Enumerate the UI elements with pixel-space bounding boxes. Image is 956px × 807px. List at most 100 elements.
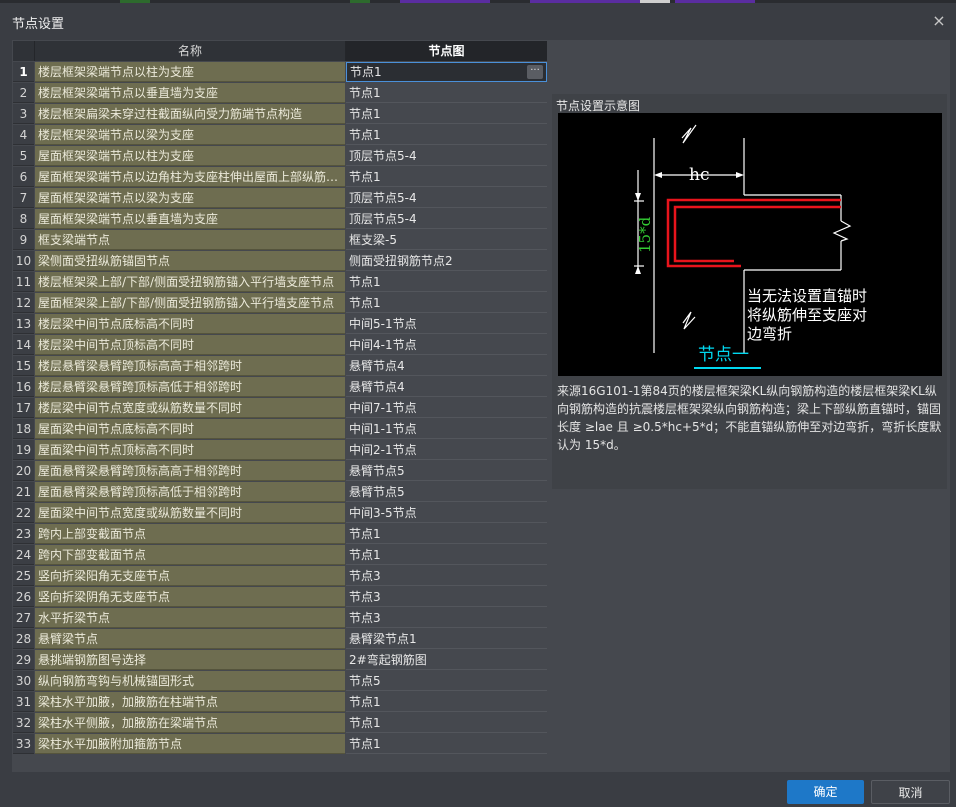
- row-number: 22: [13, 503, 34, 523]
- row-node-cell[interactable]: 节点1: [346, 692, 547, 712]
- row-number: 4: [13, 125, 34, 145]
- row-node-cell[interactable]: 中间5-1节点: [346, 314, 547, 334]
- row-node-value: 节点3: [349, 611, 381, 625]
- row-name-cell: 梁柱水平加腋附加箍筋节点: [35, 734, 345, 754]
- row-name-cell: 竖向折梁阴角无支座节点: [35, 587, 345, 607]
- table-row[interactable]: 23 跨内上部变截面节点 节点1: [13, 524, 547, 544]
- row-node-cell[interactable]: 中间3-5节点: [346, 503, 547, 523]
- row-node-cell[interactable]: 顶层节点5-4: [346, 188, 547, 208]
- close-icon[interactable]: ×: [928, 10, 950, 32]
- row-node-cell[interactable]: 节点1 ···: [346, 62, 547, 82]
- row-name-cell: 梁柱水平加腋，加腋筋在柱端节点: [35, 692, 345, 712]
- table-row[interactable]: 1 楼层框架梁端节点以柱为支座 节点1 ···: [13, 62, 547, 82]
- row-node-cell[interactable]: 顶层节点5-4: [346, 209, 547, 229]
- row-node-cell[interactable]: 节点5: [346, 671, 547, 691]
- table-row[interactable]: 16 楼层悬臂梁悬臂跨顶标高低于相邻跨时 悬臂节点4: [13, 377, 547, 397]
- row-node-cell[interactable]: 节点3: [346, 608, 547, 628]
- table-row[interactable]: 32 梁柱水平侧腋，加腋筋在梁端节点 节点1: [13, 713, 547, 733]
- row-name-cell: 屋面框架梁端节点以边角柱为支座柱伸出屋面上部纵筋…: [35, 167, 345, 187]
- row-node-cell[interactable]: 节点1: [346, 125, 547, 145]
- row-node-cell[interactable]: 悬臂节点4: [346, 356, 547, 376]
- row-name-cell: 屋面框架梁端节点以垂直墙为支座: [35, 209, 345, 229]
- row-number: 6: [13, 167, 34, 187]
- row-node-cell[interactable]: 节点1: [346, 293, 547, 313]
- more-options-icon[interactable]: ···: [527, 65, 543, 79]
- row-node-cell[interactable]: 侧面受扭钢筋节点2: [346, 251, 547, 271]
- table-row[interactable]: 30 纵向钢筋弯钩与机械锚固形式 节点5: [13, 671, 547, 691]
- table-row[interactable]: 18 屋面梁中间节点底标高不同时 中间1-1节点: [13, 419, 547, 439]
- row-node-value: 节点1: [349, 128, 381, 142]
- row-number: 31: [13, 692, 34, 712]
- row-name-cell: 悬挑端钢筋图号选择: [35, 650, 345, 670]
- row-node-cell[interactable]: 节点3: [346, 566, 547, 586]
- table-row[interactable]: 20 屋面悬臂梁悬臂跨顶标高高于相邻跨时 悬臂节点5: [13, 461, 547, 481]
- table-row[interactable]: 10 梁侧面受扭纵筋锚固节点 侧面受扭钢筋节点2: [13, 251, 547, 271]
- table-row[interactable]: 24 跨内下部变截面节点 节点1: [13, 545, 547, 565]
- row-name-cell: 楼层梁中间节点底标高不同时: [35, 314, 345, 334]
- column-header-node-diagram[interactable]: 节点图: [346, 41, 547, 61]
- row-number: 7: [13, 188, 34, 208]
- table-row[interactable]: 19 屋面梁中间节点顶标高不同时 中间2-1节点: [13, 440, 547, 460]
- table-row[interactable]: 21 屋面悬臂梁悬臂跨顶标高低于相邻跨时 悬臂节点5: [13, 482, 547, 502]
- cancel-button[interactable]: 取消: [871, 780, 950, 804]
- row-node-cell[interactable]: 节点1: [346, 83, 547, 103]
- table-row[interactable]: 14 楼层梁中间节点顶标高不同时 中间4-1节点: [13, 335, 547, 355]
- row-node-cell[interactable]: 中间1-1节点: [346, 419, 547, 439]
- row-node-cell[interactable]: 2#弯起钢筋图: [346, 650, 547, 670]
- row-node-cell[interactable]: 顶层节点5-4: [346, 146, 547, 166]
- table-row[interactable]: 15 楼层悬臂梁悬臂跨顶标高高于相邻跨时 悬臂节点4: [13, 356, 547, 376]
- row-name-cell: 跨内下部变截面节点: [35, 545, 345, 565]
- row-node-cell[interactable]: 悬臂节点4: [346, 377, 547, 397]
- table-row[interactable]: 33 梁柱水平加腋附加箍筋节点 节点1: [13, 734, 547, 754]
- row-node-cell[interactable]: 节点1: [346, 272, 547, 292]
- ok-button[interactable]: 确定: [787, 780, 864, 804]
- row-name-cell: 梁柱水平侧腋，加腋筋在梁端节点: [35, 713, 345, 733]
- table-row[interactable]: 31 梁柱水平加腋，加腋筋在柱端节点 节点1: [13, 692, 547, 712]
- row-node-cell[interactable]: 悬臂梁节点1: [346, 629, 547, 649]
- row-node-cell[interactable]: 悬臂节点5: [346, 482, 547, 502]
- row-node-cell[interactable]: 中间4-1节点: [346, 335, 547, 355]
- table-row[interactable]: 4 楼层框架梁端节点以梁为支座 节点1: [13, 125, 547, 145]
- row-node-cell[interactable]: 节点1: [346, 524, 547, 544]
- table-row[interactable]: 22 屋面梁中间节点宽度或纵筋数量不同时 中间3-5节点: [13, 503, 547, 523]
- table-row[interactable]: 2 楼层框架梁端节点以垂直墙为支座 节点1: [13, 83, 547, 103]
- row-number: 32: [13, 713, 34, 733]
- row-number: 12: [13, 293, 34, 313]
- table-row[interactable]: 8 屋面框架梁端节点以垂直墙为支座 顶层节点5-4: [13, 209, 547, 229]
- dialog-titlebar: 节点设置 ×: [0, 3, 956, 38]
- row-node-cell[interactable]: 节点1: [346, 545, 547, 565]
- table-row[interactable]: 25 竖向折梁阳角无支座节点 节点3: [13, 566, 547, 586]
- column-header-name[interactable]: 名称: [35, 41, 346, 61]
- table-row[interactable]: 3 楼层框架扁梁未穿过柱截面纵向受力筋端节点构造 节点1: [13, 104, 547, 124]
- table-row[interactable]: 13 楼层梁中间节点底标高不同时 中间5-1节点: [13, 314, 547, 334]
- row-node-cell[interactable]: 悬臂节点5: [346, 461, 547, 481]
- table-row[interactable]: 27 水平折梁节点 节点3: [13, 608, 547, 628]
- row-number: 1: [13, 62, 34, 82]
- table-row[interactable]: 6 屋面框架梁端节点以边角柱为支座柱伸出屋面上部纵筋… 节点1: [13, 167, 547, 187]
- row-number: 29: [13, 650, 34, 670]
- row-node-cell[interactable]: 中间2-1节点: [346, 440, 547, 460]
- table-row[interactable]: 12 屋面框架梁上部/下部/侧面受扭钢筋锚入平行墙支座节点 节点1: [13, 293, 547, 313]
- table-row[interactable]: 29 悬挑端钢筋图号选择 2#弯起钢筋图: [13, 650, 547, 670]
- row-node-value: 节点5: [349, 674, 381, 688]
- row-node-cell[interactable]: 节点1: [346, 734, 547, 754]
- row-name-cell: 楼层悬臂梁悬臂跨顶标高高于相邻跨时: [35, 356, 345, 376]
- table-row[interactable]: 17 楼层梁中间节点宽度或纵筋数量不同时 中间7-1节点: [13, 398, 547, 418]
- table-row[interactable]: 26 竖向折梁阴角无支座节点 节点3: [13, 587, 547, 607]
- row-node-cell[interactable]: 节点3: [346, 587, 547, 607]
- row-node-cell[interactable]: 中间7-1节点: [346, 398, 547, 418]
- table-row[interactable]: 28 悬臂梁节点 悬臂梁节点1: [13, 629, 547, 649]
- table-row[interactable]: 7 屋面框架梁端节点以梁为支座 顶层节点5-4: [13, 188, 547, 208]
- row-node-cell[interactable]: 框支梁-5: [346, 230, 547, 250]
- preview-description: 来源16G101-1第84页的楼层框架梁KL纵向钢筋构造的楼层框架梁KL纵向钢筋…: [557, 384, 942, 452]
- table-row[interactable]: 9 框支梁端节点 框支梁-5: [13, 230, 547, 250]
- row-name-cell: 楼层梁中间节点宽度或纵筋数量不同时: [35, 398, 345, 418]
- table-row[interactable]: 11 楼层框架梁上部/下部/侧面受扭钢筋锚入平行墙支座节点 节点1: [13, 272, 547, 292]
- dialog-title: 节点设置: [12, 17, 65, 32]
- row-node-cell[interactable]: 节点1: [346, 167, 547, 187]
- table-row[interactable]: 5 屋面框架梁端节点以柱为支座 顶层节点5-4: [13, 146, 547, 166]
- row-node-cell[interactable]: 节点1: [346, 104, 547, 124]
- row-number: 21: [13, 482, 34, 502]
- row-node-cell[interactable]: 节点1: [346, 713, 547, 733]
- row-number: 15: [13, 356, 34, 376]
